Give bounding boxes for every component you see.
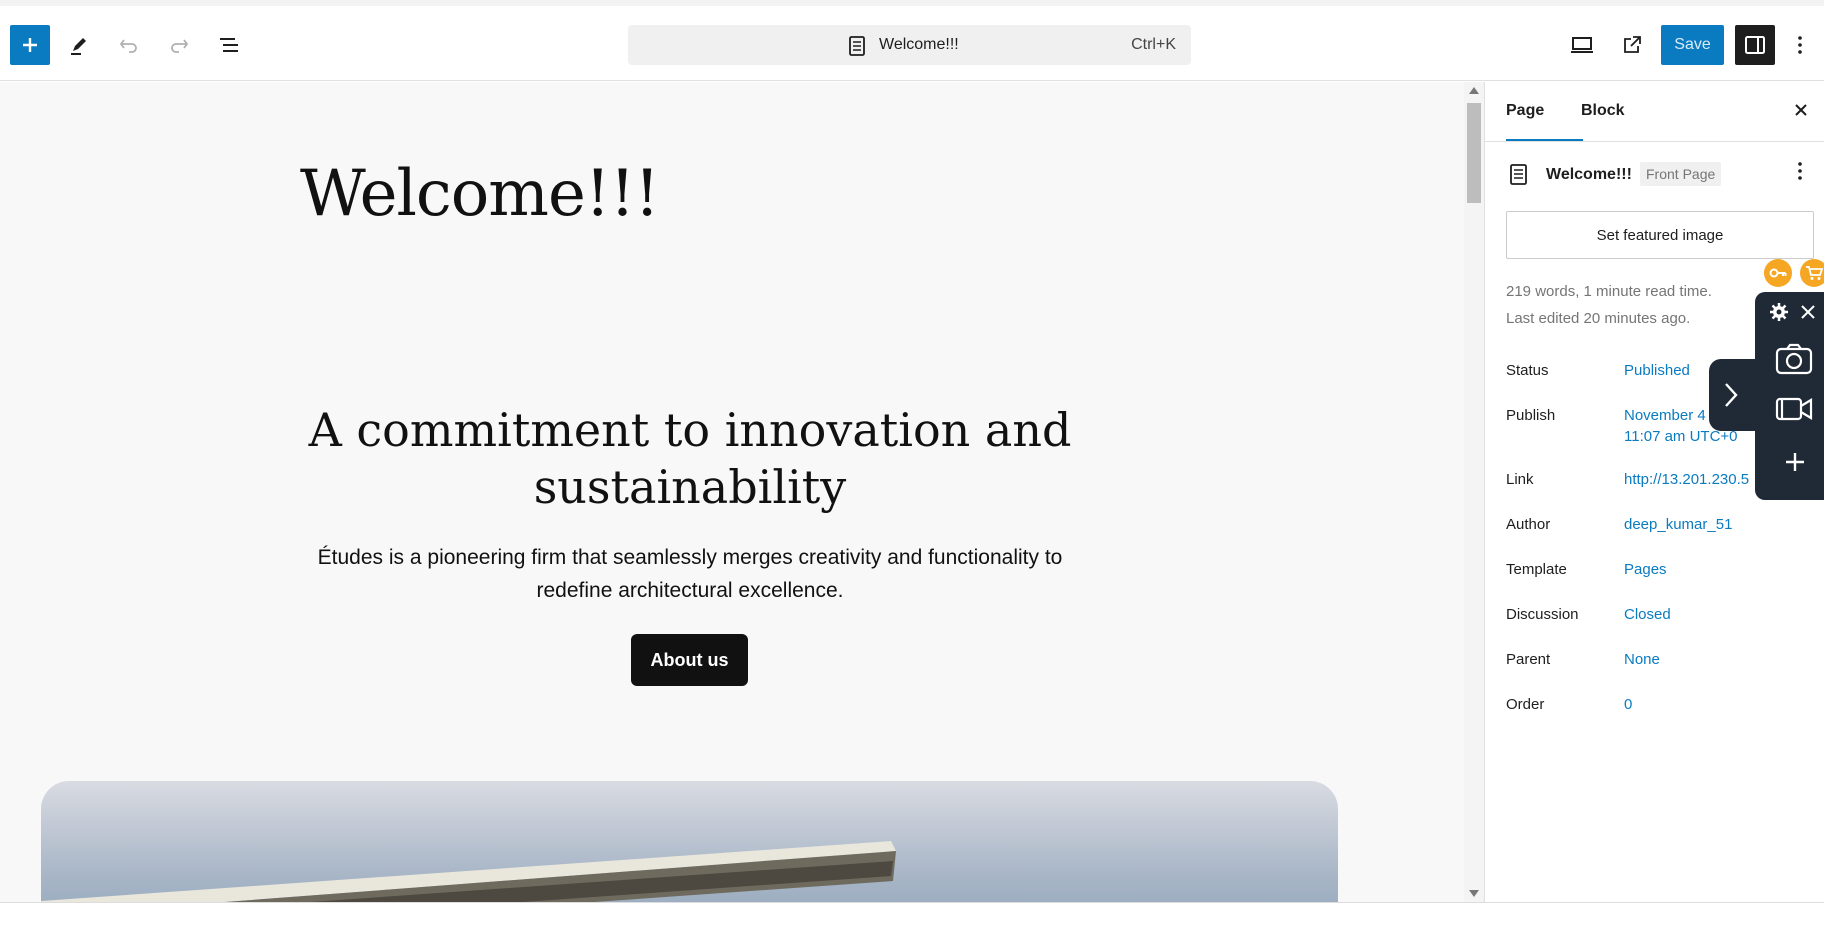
scroll-thumb[interactable] xyxy=(1467,103,1481,203)
tabs-divider xyxy=(1485,141,1824,142)
options-button[interactable] xyxy=(1785,25,1815,65)
plus-icon xyxy=(23,38,37,52)
about-us-button[interactable]: About us xyxy=(631,634,748,686)
key-icon xyxy=(1769,268,1787,278)
save-button[interactable]: Save xyxy=(1661,25,1724,65)
close-sidebar-button[interactable] xyxy=(1794,100,1808,123)
cart-extension-button[interactable] xyxy=(1800,259,1824,287)
camera-icon[interactable] xyxy=(1775,343,1813,375)
parent-label: Parent xyxy=(1506,651,1551,668)
page-title[interactable]: Welcome!!! xyxy=(300,157,660,231)
document-icon xyxy=(849,36,865,56)
publish-label: Publish xyxy=(1506,407,1556,424)
order-value[interactable]: 0 xyxy=(1624,696,1632,713)
tab-page[interactable]: Page xyxy=(1506,102,1544,120)
gear-icon[interactable] xyxy=(1769,302,1789,322)
overlay-collapse-tab[interactable] xyxy=(1709,359,1755,431)
settings-sidebar-toggle[interactable] xyxy=(1735,25,1775,65)
canvas-scrollbar[interactable] xyxy=(1464,82,1484,902)
tools-button[interactable] xyxy=(59,25,99,65)
front-page-badge: Front Page xyxy=(1640,162,1722,186)
preview-button[interactable] xyxy=(1562,25,1602,65)
author-label: Author xyxy=(1506,516,1551,533)
cart-icon xyxy=(1806,266,1823,280)
set-featured-image-button[interactable]: Set featured image xyxy=(1506,211,1814,259)
key-extension-button[interactable] xyxy=(1764,259,1792,287)
video-icon[interactable] xyxy=(1775,396,1813,422)
list-view-button[interactable] xyxy=(209,25,249,65)
word-count: 219 words, 1 minute read time. xyxy=(1506,283,1712,300)
scroll-down-arrow[interactable] xyxy=(1469,890,1479,897)
external-link-icon xyxy=(1624,36,1641,53)
command-doc-title: Welcome!!! xyxy=(879,36,959,53)
tab-block[interactable]: Block xyxy=(1581,102,1625,120)
document-icon xyxy=(1510,164,1527,185)
building-roof-graphic xyxy=(41,841,896,902)
view-page-button[interactable] xyxy=(1612,25,1652,65)
undo-button[interactable] xyxy=(109,25,149,65)
discussion-value[interactable]: Closed xyxy=(1624,606,1671,623)
undo-icon xyxy=(119,39,137,53)
plus-icon[interactable] xyxy=(1785,452,1805,472)
editor-toolbar: Welcome!!! Ctrl+K Save xyxy=(0,6,1824,81)
status-label: Status xyxy=(1506,362,1549,379)
author-value[interactable]: deep_kumar_51 xyxy=(1624,516,1732,533)
discussion-label: Discussion xyxy=(1506,606,1579,623)
hero-image[interactable] xyxy=(41,781,1338,902)
sidebar-icon xyxy=(1745,36,1765,54)
redo-button[interactable] xyxy=(159,25,199,65)
desktop-preview-icon xyxy=(1571,37,1593,53)
status-value[interactable]: Published xyxy=(1624,362,1690,379)
editor-canvas[interactable]: Welcome!!! A commitment to innovation an… xyxy=(0,82,1464,902)
more-vertical-icon xyxy=(1798,36,1802,54)
scroll-up-arrow[interactable] xyxy=(1469,87,1479,94)
last-edited: Last edited 20 minutes ago. xyxy=(1506,310,1691,327)
publish-date[interactable]: November 4 xyxy=(1624,407,1706,424)
sidebar-doc-title: Welcome!!! xyxy=(1546,166,1632,183)
close-icon xyxy=(1795,104,1807,116)
list-view-icon xyxy=(220,38,238,52)
order-label: Order xyxy=(1506,696,1545,713)
bottom-bar xyxy=(0,902,1824,935)
parent-value[interactable]: None xyxy=(1624,651,1660,668)
section-description[interactable]: Études is a pioneering firm that seamles… xyxy=(300,541,1080,607)
more-vertical-icon xyxy=(1798,162,1802,180)
command-palette[interactable]: Welcome!!! Ctrl+K xyxy=(628,25,1191,65)
close-icon[interactable] xyxy=(1800,304,1816,320)
template-value[interactable]: Pages xyxy=(1624,561,1667,578)
chevron-right-icon xyxy=(1725,383,1738,407)
section-heading[interactable]: A commitment to innovation and sustainab… xyxy=(300,402,1080,516)
redo-icon xyxy=(171,39,189,53)
doc-actions-button[interactable] xyxy=(1797,161,1803,187)
template-label: Template xyxy=(1506,561,1567,578)
capture-toolbar xyxy=(1755,292,1824,500)
pen-icon xyxy=(71,38,86,55)
link-value[interactable]: http://13.201.230.5 xyxy=(1624,471,1749,488)
command-shortcut: Ctrl+K xyxy=(1131,36,1176,53)
link-label: Link xyxy=(1506,471,1534,488)
add-block-button[interactable] xyxy=(10,25,50,65)
